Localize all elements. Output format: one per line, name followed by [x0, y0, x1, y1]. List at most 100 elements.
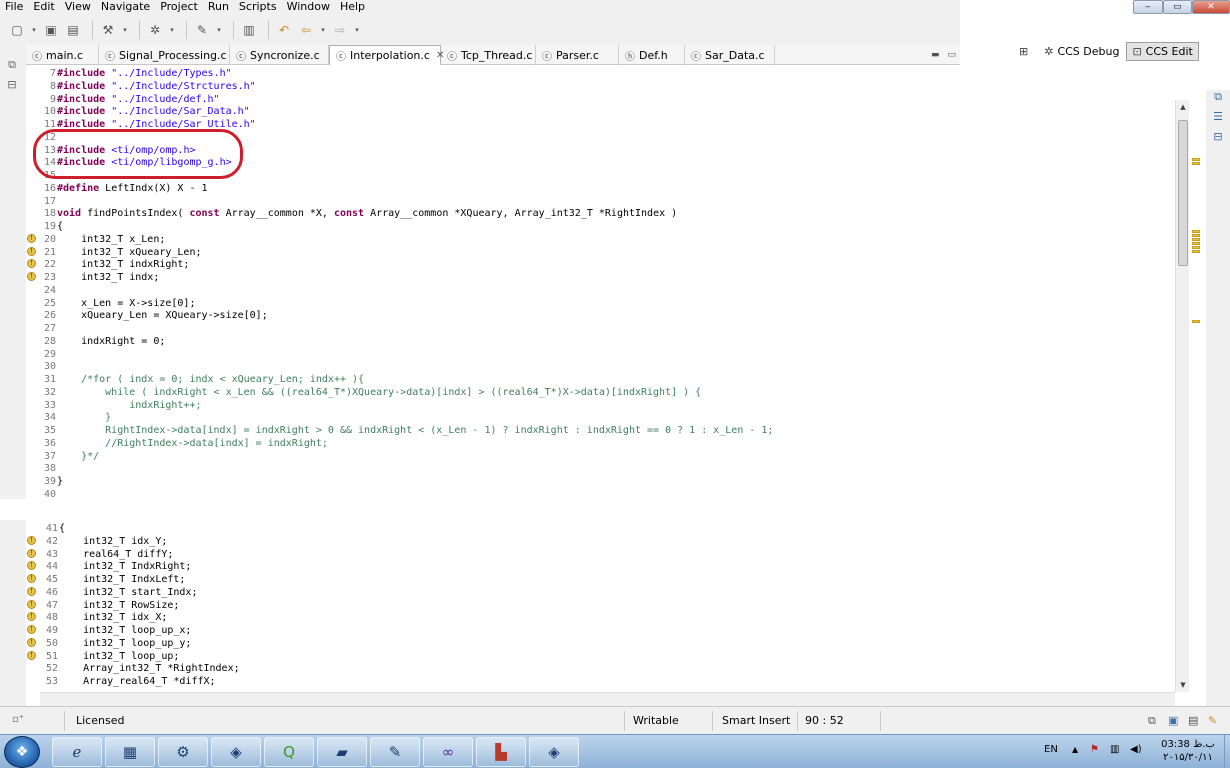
warning-icon[interactable]: !	[27, 650, 36, 660]
code-line[interactable]: 34 }	[26, 411, 962, 424]
vertical-scrollbar[interactable]: ▲ ▼	[1175, 100, 1189, 692]
warning-icon[interactable]: !	[27, 233, 36, 243]
code-line[interactable]: 17	[26, 195, 962, 208]
warning-icon[interactable]: !	[27, 246, 36, 256]
debug-bug-icon[interactable]: ✲	[146, 21, 164, 39]
dropdown-arrow-icon[interactable]: ▾	[215, 21, 223, 39]
warning-marker[interactable]	[1192, 234, 1200, 237]
menu-navigate[interactable]: Navigate	[96, 0, 155, 14]
code-line[interactable]: 30	[26, 360, 962, 373]
code-line[interactable]: 26 xQueary_Len = XQueary->size[0];	[26, 309, 962, 322]
code-line[interactable]: ! 51 int32_T loop_up;	[26, 650, 962, 663]
menu-file[interactable]: File	[0, 0, 28, 14]
menu-edit[interactable]: Edit	[28, 0, 59, 14]
tab-main-c[interactable]: ⓒ main.c	[26, 45, 99, 65]
warning-marker[interactable]	[1192, 242, 1200, 245]
code-line[interactable]: 35 RightIndex->data[indx] = indxRight > …	[26, 424, 962, 437]
open-perspective-button[interactable]: ⊞	[1014, 42, 1037, 61]
maximize-button[interactable]: ▭	[1162, 0, 1193, 14]
code-editor-continued[interactable]: 41{! 42 int32_T idx_Y;! 43 real64_T diffY;…	[26, 520, 1176, 690]
tab-syncronize-c[interactable]: ⓒ Syncronize.c	[230, 45, 329, 65]
flash-tool-icon[interactable]: ✎	[193, 21, 211, 39]
progress-icon[interactable]: ▤	[1188, 714, 1198, 727]
code-line[interactable]: 53 Array_real64_T *diffX;	[26, 675, 962, 688]
warning-marker[interactable]	[1192, 230, 1200, 233]
tab-tcp-thread-c[interactable]: ⓒ Tcp_Thread.c	[441, 45, 536, 65]
menu-window[interactable]: Window	[282, 0, 335, 14]
code-line[interactable]: ! 44 int32_T IndxRight;	[26, 560, 962, 573]
code-line[interactable]: 7 #include "../Include/Types.h"	[26, 67, 962, 80]
network-icon[interactable]: ▥	[1110, 744, 1119, 755]
code-line[interactable]: ! 47 int32_T RowSize;	[26, 599, 962, 612]
notepad-icon[interactable]: ✎	[370, 737, 420, 767]
toggle-mark-icon[interactable]: ▥	[240, 21, 258, 39]
code-line[interactable]: 19{	[26, 220, 962, 233]
tab-signal-processing-c[interactable]: ⓒ Signal_Processing.c	[99, 45, 230, 65]
perspective-ccs-debug[interactable]: ✲ CCS Debug	[1039, 42, 1124, 61]
build-hammer-icon[interactable]: ⚒	[99, 21, 117, 39]
code-line[interactable]: 37 }*/	[26, 450, 962, 463]
warning-marker[interactable]	[1192, 238, 1200, 241]
warning-marker[interactable]	[1192, 246, 1200, 249]
dropdown-arrow-icon[interactable]: ▾	[168, 21, 176, 39]
code-line[interactable]: ! 42 int32_T idx_Y;	[26, 535, 962, 548]
warning-icon[interactable]: !	[27, 259, 36, 269]
warning-marker[interactable]	[1192, 320, 1200, 323]
code-line[interactable]: 31 /*for ( indx = 0; indx < xQueary_Len;…	[26, 373, 962, 386]
minimize-button[interactable]: ‒	[1133, 0, 1163, 14]
project-explorer-icon[interactable]: ⊟	[5, 78, 19, 92]
tab-def-h[interactable]: ⓗ Def.h	[619, 45, 685, 65]
menu-run[interactable]: Run	[203, 0, 234, 14]
perspective-ccs-edit[interactable]: ⊡ CCS Edit	[1126, 41, 1199, 61]
connection-icon[interactable]: ✎	[1208, 714, 1217, 727]
scrollbar-thumb[interactable]	[1178, 120, 1188, 266]
internet-explorer-icon[interactable]: ℯ	[52, 737, 102, 767]
app-blocks-icon[interactable]: ▙	[476, 737, 526, 767]
warning-marker[interactable]	[1192, 162, 1200, 165]
maximize-editor-icon[interactable]: ▭	[943, 45, 960, 65]
code-line[interactable]: 32 while ( indxRight < x_Len && ((real64…	[26, 386, 962, 399]
warning-icon[interactable]: !	[27, 599, 36, 609]
fast-view-icon[interactable]: ▫⁺	[12, 714, 24, 725]
dropdown-arrow-icon[interactable]: ▾	[319, 21, 327, 39]
code-line[interactable]: ! 45 int32_T IndxLeft;	[26, 573, 962, 586]
restore-icon[interactable]: ⧉	[1211, 90, 1225, 104]
tab-interpolation-c[interactable]: ⓒ Interpolation.c ✕	[329, 45, 444, 65]
console-icon[interactable]: ▣	[1168, 714, 1178, 727]
warning-icon[interactable]: !	[27, 561, 36, 571]
code-line[interactable]: 28 indxRight = 0;	[26, 335, 962, 348]
code-line[interactable]: ! 50 int32_T loop_up_y;	[26, 637, 962, 650]
new-file-icon[interactable]: ▢	[8, 21, 26, 39]
dropdown-arrow-icon[interactable]: ▾	[30, 21, 38, 39]
save-all-icon[interactable]: ▤	[64, 21, 82, 39]
warning-icon[interactable]: !	[27, 535, 36, 545]
code-line[interactable]: ! 21 int32_T xQueary_Len;	[26, 246, 962, 259]
code-line[interactable]: ! 43 real64_T diffY;	[26, 548, 962, 561]
save-icon[interactable]: ▣	[42, 21, 60, 39]
code-line[interactable]: 52 Array_int32_T *RightIndex;	[26, 662, 962, 675]
volume-icon[interactable]: ◀)	[1130, 744, 1142, 755]
warning-icon[interactable]: !	[27, 272, 36, 281]
minimize-icon[interactable]: ⧉	[1148, 714, 1156, 728]
code-line[interactable]: ! 23 int32_T indx;	[26, 271, 962, 284]
last-edit-icon[interactable]: ↶	[275, 21, 293, 39]
warning-icon[interactable]: !	[27, 586, 36, 596]
code-line[interactable]: ! 20 int32_T x_Len;	[26, 233, 962, 246]
horizontal-scrollbar[interactable]	[40, 692, 1175, 706]
warning-icon[interactable]: !	[27, 637, 36, 647]
code-line[interactable]: ! 49 int32_T loop_up_x;	[26, 624, 962, 637]
outline-icon[interactable]: ☰	[1211, 110, 1225, 124]
code-line[interactable]: 41{	[26, 522, 962, 535]
code-line[interactable]: 9 #include "../Include/def.h"	[26, 93, 962, 106]
warning-icon[interactable]: !	[27, 548, 36, 558]
minimize-editor-icon[interactable]: ▬	[927, 45, 944, 65]
code-line[interactable]: 27	[26, 322, 962, 335]
code-line[interactable]: 29	[26, 348, 962, 361]
scroll-up-icon[interactable]: ▲	[1176, 100, 1190, 114]
forward-arrow-icon[interactable]: ⇨	[331, 21, 349, 39]
start-button[interactable]: ❖	[4, 736, 40, 768]
action-center-flag-icon[interactable]: ⚑	[1090, 744, 1099, 755]
language-indicator[interactable]: EN	[1044, 744, 1058, 755]
code-line[interactable]: ! 48 int32_T idx_X;	[26, 611, 962, 624]
tab-sar-data-c[interactable]: ⓒ Sar_Data.c	[685, 45, 775, 65]
